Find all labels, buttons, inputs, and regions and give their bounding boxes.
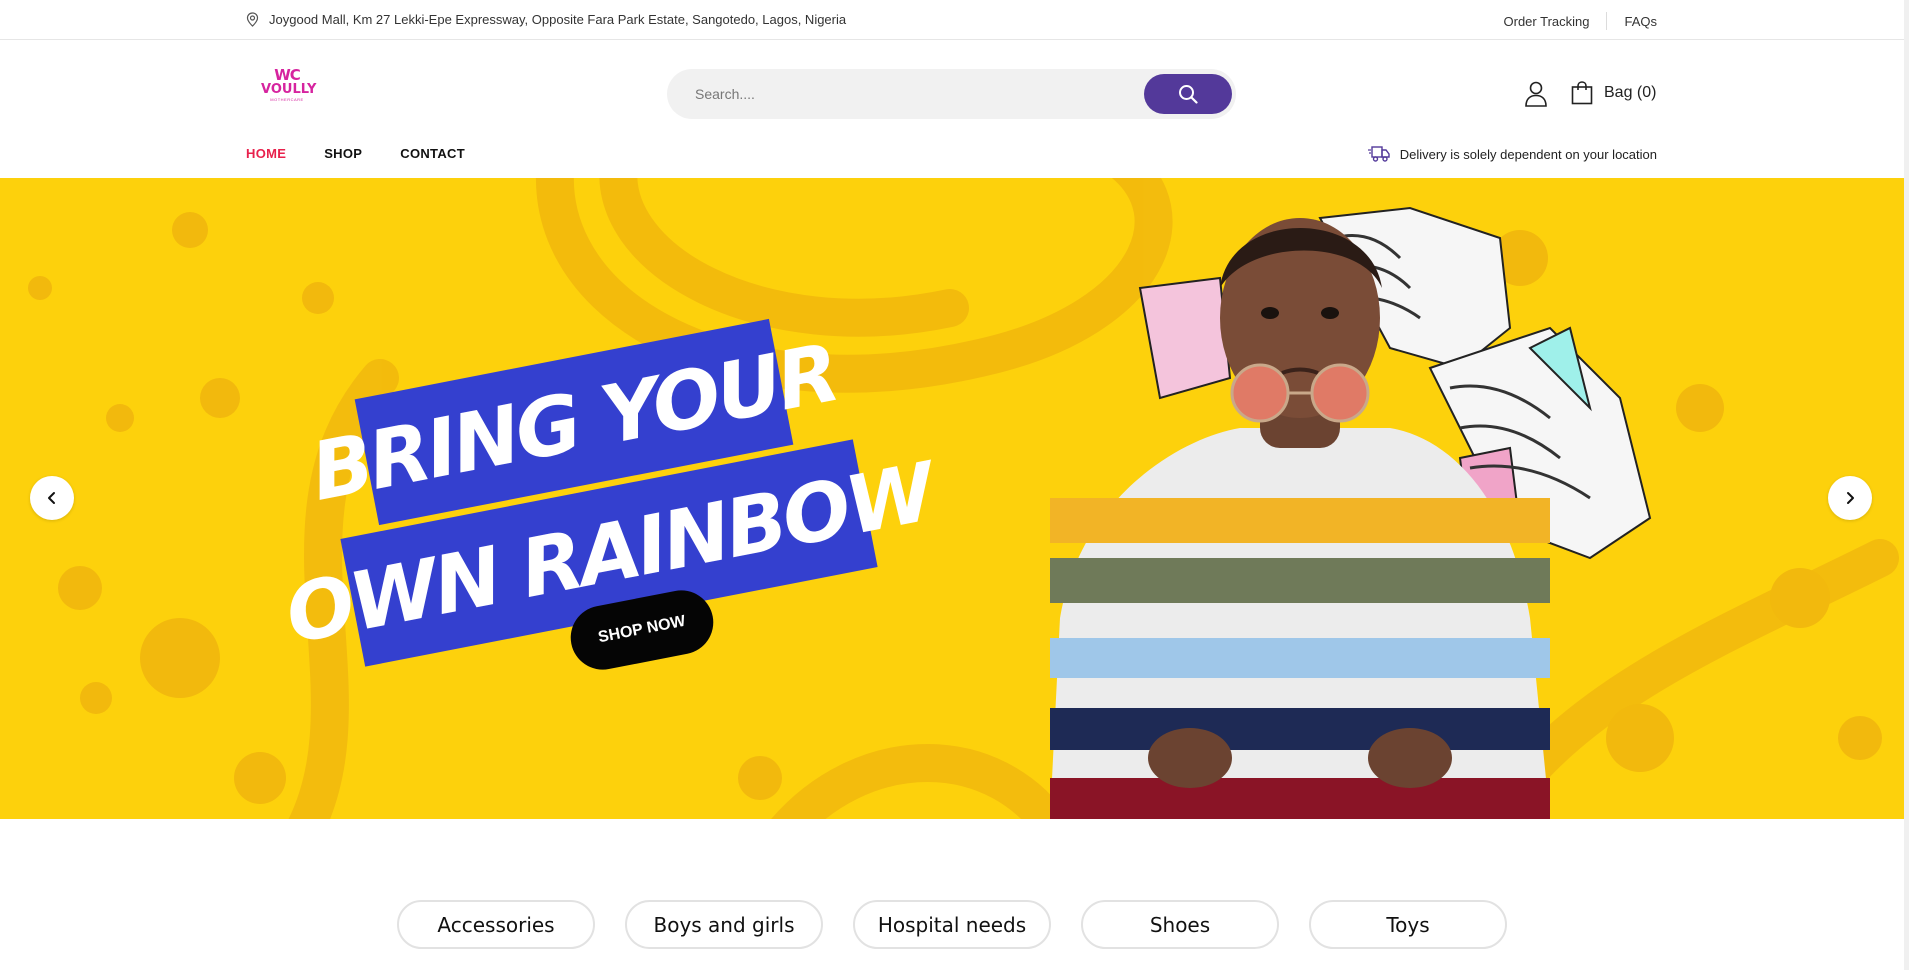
bag-label: Bag (0) <box>1604 84 1657 101</box>
hero-slider: BRING YOUR OWN RAINBOW SHOP NOW <box>0 178 1904 819</box>
category-accessories[interactable]: Accessories <box>397 900 595 949</box>
site-logo[interactable]: WC VOULLY MOTHERCARE <box>261 66 317 112</box>
delivery-notice: Delivery is solely dependent on your loc… <box>1367 145 1657 163</box>
category-toys[interactable]: Toys <box>1309 900 1507 949</box>
category-list: Accessories Boys and girls Hospital need… <box>397 900 1537 949</box>
category-hospital-needs[interactable]: Hospital needs <box>853 900 1051 949</box>
delivery-truck-icon <box>1367 146 1390 162</box>
search-input[interactable] <box>667 69 1137 119</box>
logo-brand: VOULLY <box>261 82 317 97</box>
chevron-left-icon <box>48 492 55 504</box>
order-tracking-link[interactable]: Order Tracking <box>1504 14 1590 29</box>
account-button[interactable] <box>1524 81 1548 107</box>
logo-monogram: WC <box>274 66 301 84</box>
logo-tagline: MOTHERCARE <box>270 97 304 102</box>
hero-child-image <box>1050 206 1652 819</box>
top-bar: Joygood Mall, Km 27 Lekki-Epe Expressway… <box>0 0 1905 40</box>
bag-button[interactable]: Bag (0) <box>1571 81 1656 105</box>
shopping-bag-icon <box>1571 81 1593 105</box>
delivery-text: Delivery is solely dependent on your loc… <box>1399 146 1657 162</box>
category-shoes[interactable]: Shoes <box>1081 900 1279 949</box>
search-icon <box>1179 85 1198 104</box>
slider-next-button[interactable] <box>1828 476 1872 520</box>
address-text: Joygood Mall, Km 27 Lekki-Epe Expressway… <box>269 12 847 27</box>
striped-sweater <box>1050 428 1550 819</box>
nav-item-contact[interactable]: CONTACT <box>400 146 465 161</box>
category-boys-and-girls[interactable]: Boys and girls <box>625 900 823 949</box>
location-pin-icon <box>246 12 259 27</box>
nav-item-home[interactable]: HOME <box>246 146 286 161</box>
nav-item-shop[interactable]: SHOP <box>324 146 362 161</box>
faqs-link[interactable]: FAQs <box>1624 14 1657 29</box>
search-bar <box>667 69 1236 119</box>
page-scrollbar[interactable] <box>1904 0 1909 970</box>
store-address: Joygood Mall, Km 27 Lekki-Epe Expressway… <box>246 12 846 27</box>
search-button[interactable] <box>1144 74 1232 114</box>
top-links: Order Tracking FAQs <box>1504 12 1657 30</box>
user-icon <box>1525 81 1547 107</box>
divider <box>1606 12 1608 30</box>
main-nav: HOME SHOP CONTACT <box>246 146 503 161</box>
slider-prev-button[interactable] <box>30 476 74 520</box>
chevron-right-icon <box>1847 492 1854 504</box>
